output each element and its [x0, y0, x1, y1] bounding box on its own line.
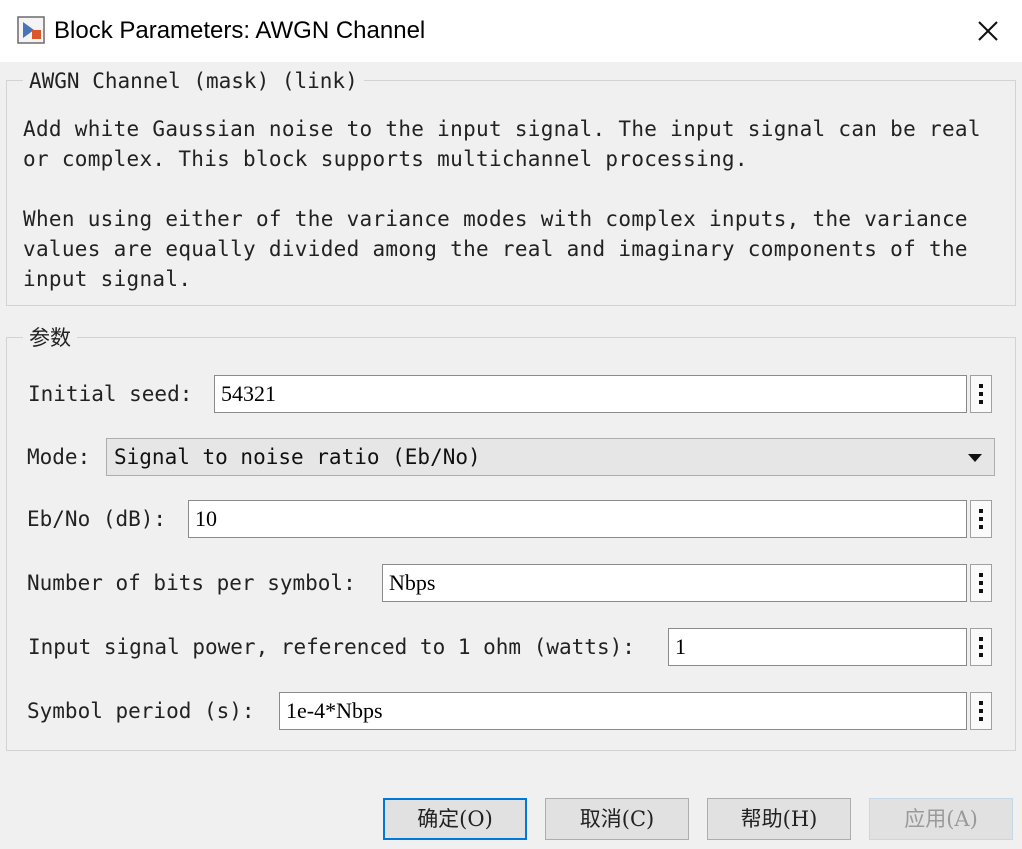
initial-seed-more-button[interactable] [970, 375, 992, 413]
parameters-group-legend: 参数 [23, 325, 77, 351]
chevron-down-icon [968, 454, 982, 462]
symbol-period-more-button[interactable] [970, 692, 992, 730]
bits-per-symbol-more-button[interactable] [970, 564, 992, 602]
input-power-label: Input signal power, referenced to 1 ohm … [28, 635, 635, 659]
symbol-period-field[interactable]: 1e-4*Nbps [279, 692, 967, 730]
ok-button[interactable]: 确定(O) [383, 798, 527, 840]
close-icon [978, 21, 998, 41]
cancel-button[interactable]: 取消(C) [545, 798, 689, 840]
mode-selected-value: Signal to noise ratio (Eb/No) [114, 445, 481, 469]
window-title: Block Parameters: AWGN Channel [54, 17, 426, 44]
description-line: input signal. [23, 267, 192, 291]
description-group-legend: AWGN Channel (mask) (link) [23, 68, 364, 94]
description-line: or complex. This block supports multicha… [23, 147, 748, 171]
description-line: Add white Gaussian noise to the input si… [23, 117, 981, 141]
title-bar: Block Parameters: AWGN Channel [0, 0, 1022, 62]
mode-label: Mode: [27, 445, 91, 469]
input-power-field[interactable]: 1 [668, 628, 967, 666]
description-line: values are equally divided among the rea… [23, 237, 968, 261]
ebno-more-button[interactable] [970, 500, 992, 538]
bits-per-symbol-field[interactable]: Nbps [382, 564, 967, 602]
ebno-label: Eb/No (dB): [27, 507, 167, 531]
close-button[interactable] [966, 12, 1010, 50]
input-power-more-button[interactable] [970, 628, 992, 666]
description-line: When using either of the variance modes … [23, 207, 968, 231]
apply-button[interactable]: 应用(A) [869, 798, 1013, 840]
help-button[interactable]: 帮助(H) [707, 798, 851, 840]
bits-per-symbol-label: Number of bits per symbol: [27, 571, 356, 595]
mode-dropdown[interactable]: Signal to noise ratio (Eb/No) [106, 438, 995, 476]
symbol-period-label: Symbol period (s): [27, 699, 255, 723]
ebno-field[interactable]: 10 [188, 500, 967, 538]
simulink-block-icon [17, 16, 45, 44]
initial-seed-label: Initial seed: [28, 382, 193, 406]
initial-seed-field[interactable]: 54321 [214, 375, 967, 413]
dialog-body: AWGN Channel (mask) (link) Add white Gau… [0, 62, 1022, 849]
parameters-group: 参数 Initial seed: 54321 Mode: Signal to n… [6, 325, 1016, 751]
description-group: AWGN Channel (mask) (link) Add white Gau… [6, 68, 1016, 306]
